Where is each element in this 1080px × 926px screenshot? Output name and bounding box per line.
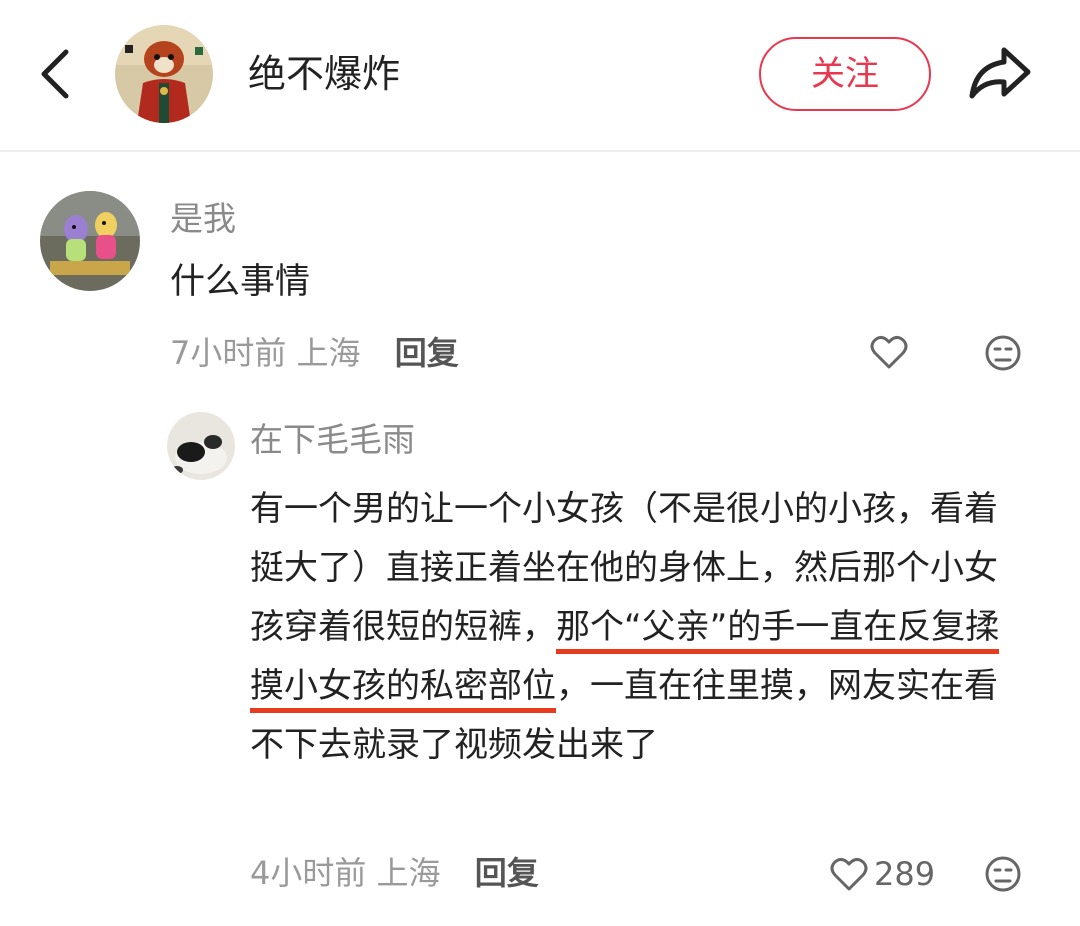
chevron-left-icon [41, 49, 69, 99]
reply-username[interactable]: 在下毛毛雨 [250, 420, 415, 460]
sad-face-icon [985, 856, 1021, 892]
share-arrow-icon [969, 47, 1031, 99]
heart-outline-icon [870, 335, 908, 369]
share-button[interactable] [966, 44, 1032, 102]
reply-meta: 4小时前 上海 回复 [250, 853, 539, 893]
author-avatar[interactable] [115, 25, 213, 123]
reply-time: 4小时前 [250, 854, 367, 892]
comment-username[interactable]: 是我 [170, 199, 236, 239]
comment-meta: 7小时前 上海 回复 [170, 333, 459, 373]
comment-text: 什么事情 [170, 262, 311, 302]
dislike-button[interactable] [984, 334, 1022, 376]
comment-location: 上海 [296, 334, 361, 372]
back-button[interactable] [36, 48, 76, 100]
replier-avatar[interactable] [167, 412, 235, 480]
reply-button[interactable]: 回复 [395, 334, 459, 372]
reply-dislike-button[interactable] [984, 855, 1022, 897]
sad-face-icon [985, 335, 1021, 371]
page-title: 绝不爆炸 [248, 52, 401, 96]
top-bar: 绝不爆炸 关注 [0, 0, 1080, 152]
commenter-avatar[interactable] [40, 191, 140, 291]
reply-like-button[interactable]: 289 [830, 854, 935, 894]
reply-text: 有一个男的让一个小女孩（不是很小的小孩，看着挺大了）直接正着坐在他的身体上，然后… [250, 480, 1020, 775]
reply-button[interactable]: 回复 [475, 854, 539, 892]
like-count: 289 [874, 855, 936, 893]
follow-button[interactable]: 关注 [759, 37, 931, 111]
comment-time: 7小时前 [170, 334, 287, 372]
reply-location: 上海 [376, 854, 441, 892]
heart-outline-icon [830, 857, 868, 891]
like-button[interactable] [870, 334, 908, 374]
